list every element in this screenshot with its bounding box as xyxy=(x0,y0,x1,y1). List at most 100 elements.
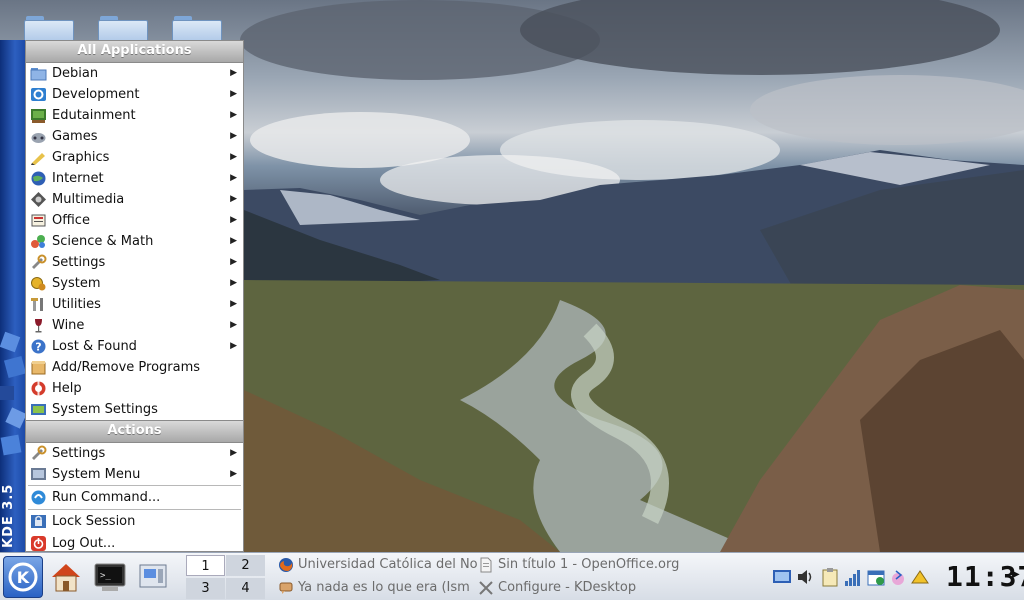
menu-item-system-menu[interactable]: System Menu ▶ xyxy=(26,464,243,485)
menu-item-label: Settings xyxy=(52,446,106,461)
lock-icon xyxy=(31,515,46,528)
logout-icon xyxy=(31,536,46,551)
task-button-configure[interactable]: Configure - KDesktop xyxy=(476,577,694,599)
menu-item-games[interactable]: Games ▶ xyxy=(26,126,243,147)
volume-icon[interactable] xyxy=(796,567,816,587)
task-button-openoffice[interactable]: Sin título 1 - OpenOffice.org xyxy=(476,554,694,576)
menu-item-label: Development xyxy=(52,87,140,102)
menu-item-help[interactable]: Help xyxy=(26,378,243,399)
menu-item-label: Internet xyxy=(52,171,104,186)
task-label: Sin título 1 - OpenOffice.org xyxy=(498,557,680,572)
pager-desktop-2[interactable]: 2 xyxy=(226,555,265,576)
menu-item-settings-action[interactable]: Settings ▶ xyxy=(26,443,243,464)
wine-icon xyxy=(35,319,42,333)
submenu-arrow-icon: ▶ xyxy=(230,257,237,267)
menu-item-label: Settings xyxy=(52,255,106,270)
submenu-arrow-icon: ▶ xyxy=(230,215,237,225)
network-signal-icon[interactable] xyxy=(843,567,863,587)
menu-item-label: Edutainment xyxy=(52,108,136,123)
terminal-launcher[interactable]: >_ xyxy=(92,559,128,595)
menu-section-header-applications: All Applications xyxy=(26,41,243,63)
menu-section-header-actions: Actions xyxy=(26,420,243,443)
submenu-arrow-icon: ▶ xyxy=(230,131,237,141)
menu-item-label: Lock Session xyxy=(52,514,136,529)
edutainment-icon xyxy=(31,109,46,123)
menu-item-utilities[interactable]: Utilities ▶ xyxy=(26,294,243,315)
notes-icon[interactable] xyxy=(910,567,930,587)
folder-icon xyxy=(30,68,47,81)
menu-item-label: Add/Remove Programs xyxy=(52,360,201,375)
menu-item-add-remove-programs[interactable]: Add/Remove Programs xyxy=(26,357,243,378)
bluetooth-icon[interactable] xyxy=(888,567,908,587)
menu-item-system[interactable]: System ▶ xyxy=(26,273,243,294)
submenu-arrow-icon: ▶ xyxy=(230,469,237,479)
desktop-pager: 1 2 3 4 xyxy=(186,555,266,599)
menu-item-run-command[interactable]: Run Command... xyxy=(26,486,243,509)
submenu-arrow-icon: ▶ xyxy=(230,278,237,288)
run-command-icon xyxy=(31,490,46,505)
kde-logo-icon: K xyxy=(8,562,38,592)
menu-item-development[interactable]: Development ▶ xyxy=(26,84,243,105)
kmenu-button[interactable]: K xyxy=(3,556,43,598)
submenu-arrow-icon: ▶ xyxy=(230,194,237,204)
menu-item-label: System Settings xyxy=(52,402,158,417)
calendar-icon[interactable] xyxy=(866,567,886,587)
menu-item-internet[interactable]: Internet ▶ xyxy=(26,168,243,189)
menu-item-lost-found[interactable]: ? Lost & Found ▶ xyxy=(26,336,243,357)
system-icon xyxy=(31,277,46,291)
menu-item-log-out[interactable]: Log Out... xyxy=(26,533,243,554)
system-launcher[interactable] xyxy=(136,559,172,595)
menu-item-label: Lost & Found xyxy=(52,339,137,354)
development-icon xyxy=(31,88,46,101)
menu-item-label: Run Command... xyxy=(52,490,161,505)
clock[interactable]: 11:37 xyxy=(946,561,1024,593)
pager-desktop-1[interactable]: 1 xyxy=(186,555,225,576)
system-info-icon xyxy=(139,564,167,588)
menu-item-science-math[interactable]: Science & Math ▶ xyxy=(26,231,243,252)
chat-icon xyxy=(279,582,293,594)
menu-item-wine[interactable]: Wine ▶ xyxy=(26,315,243,336)
submenu-arrow-icon: ▶ xyxy=(230,341,237,351)
menu-item-label: Utilities xyxy=(52,297,101,312)
menu-item-lock-session[interactable]: Lock Session xyxy=(26,510,243,533)
clipboard-icon[interactable] xyxy=(820,567,840,587)
task-label: Configure - KDesktop xyxy=(498,580,637,595)
home-launcher[interactable] xyxy=(48,559,84,595)
terminal-icon: >_ xyxy=(94,563,126,591)
menu-item-label: Office xyxy=(52,213,90,228)
submenu-arrow-icon: ▶ xyxy=(230,173,237,183)
utilities-icon xyxy=(31,298,43,311)
lost-found-icon: ? xyxy=(31,339,46,354)
menu-item-label: Graphics xyxy=(52,150,110,165)
menu-item-label: Help xyxy=(52,381,82,396)
settings-icon xyxy=(32,445,47,460)
taskbar-expand-arrow-icon[interactable]: ▶ xyxy=(1012,569,1020,580)
kde-cubes-icon xyxy=(0,331,25,456)
task-button-firefox[interactable]: Universidad Católica del No xyxy=(276,554,494,576)
menu-item-multimedia[interactable]: Multimedia ▶ xyxy=(26,189,243,210)
menu-item-system-settings[interactable]: System Settings xyxy=(26,399,243,420)
pager-desktop-4[interactable]: 4 xyxy=(226,578,265,599)
task-button-chat[interactable]: Ya nada es lo que era (Ism xyxy=(276,577,494,599)
science-icon xyxy=(31,235,45,248)
menu-item-edutainment[interactable]: Edutainment ▶ xyxy=(26,105,243,126)
submenu-arrow-icon: ▶ xyxy=(230,448,237,458)
menu-item-label: Wine xyxy=(52,318,85,333)
menu-item-label: Science & Math xyxy=(52,234,154,249)
system-settings-icon xyxy=(31,404,46,415)
menu-item-debian[interactable]: Debian ▶ xyxy=(26,63,243,84)
document-icon xyxy=(480,557,492,573)
help-icon xyxy=(31,381,46,396)
menu-item-label: Games xyxy=(52,129,98,144)
menu-item-settings[interactable]: Settings ▶ xyxy=(26,252,243,273)
graphics-icon xyxy=(31,153,45,165)
menu-item-office[interactable]: Office ▶ xyxy=(26,210,243,231)
svg-text:>_: >_ xyxy=(100,571,111,581)
display-tray-icon[interactable] xyxy=(772,567,792,587)
internet-icon xyxy=(31,171,46,186)
home-icon xyxy=(52,564,80,592)
task-label: Universidad Católica del No xyxy=(298,557,478,572)
menu-item-graphics[interactable]: Graphics ▶ xyxy=(26,147,243,168)
menu-item-label: Debian xyxy=(52,66,99,81)
pager-desktop-3[interactable]: 3 xyxy=(186,578,225,599)
